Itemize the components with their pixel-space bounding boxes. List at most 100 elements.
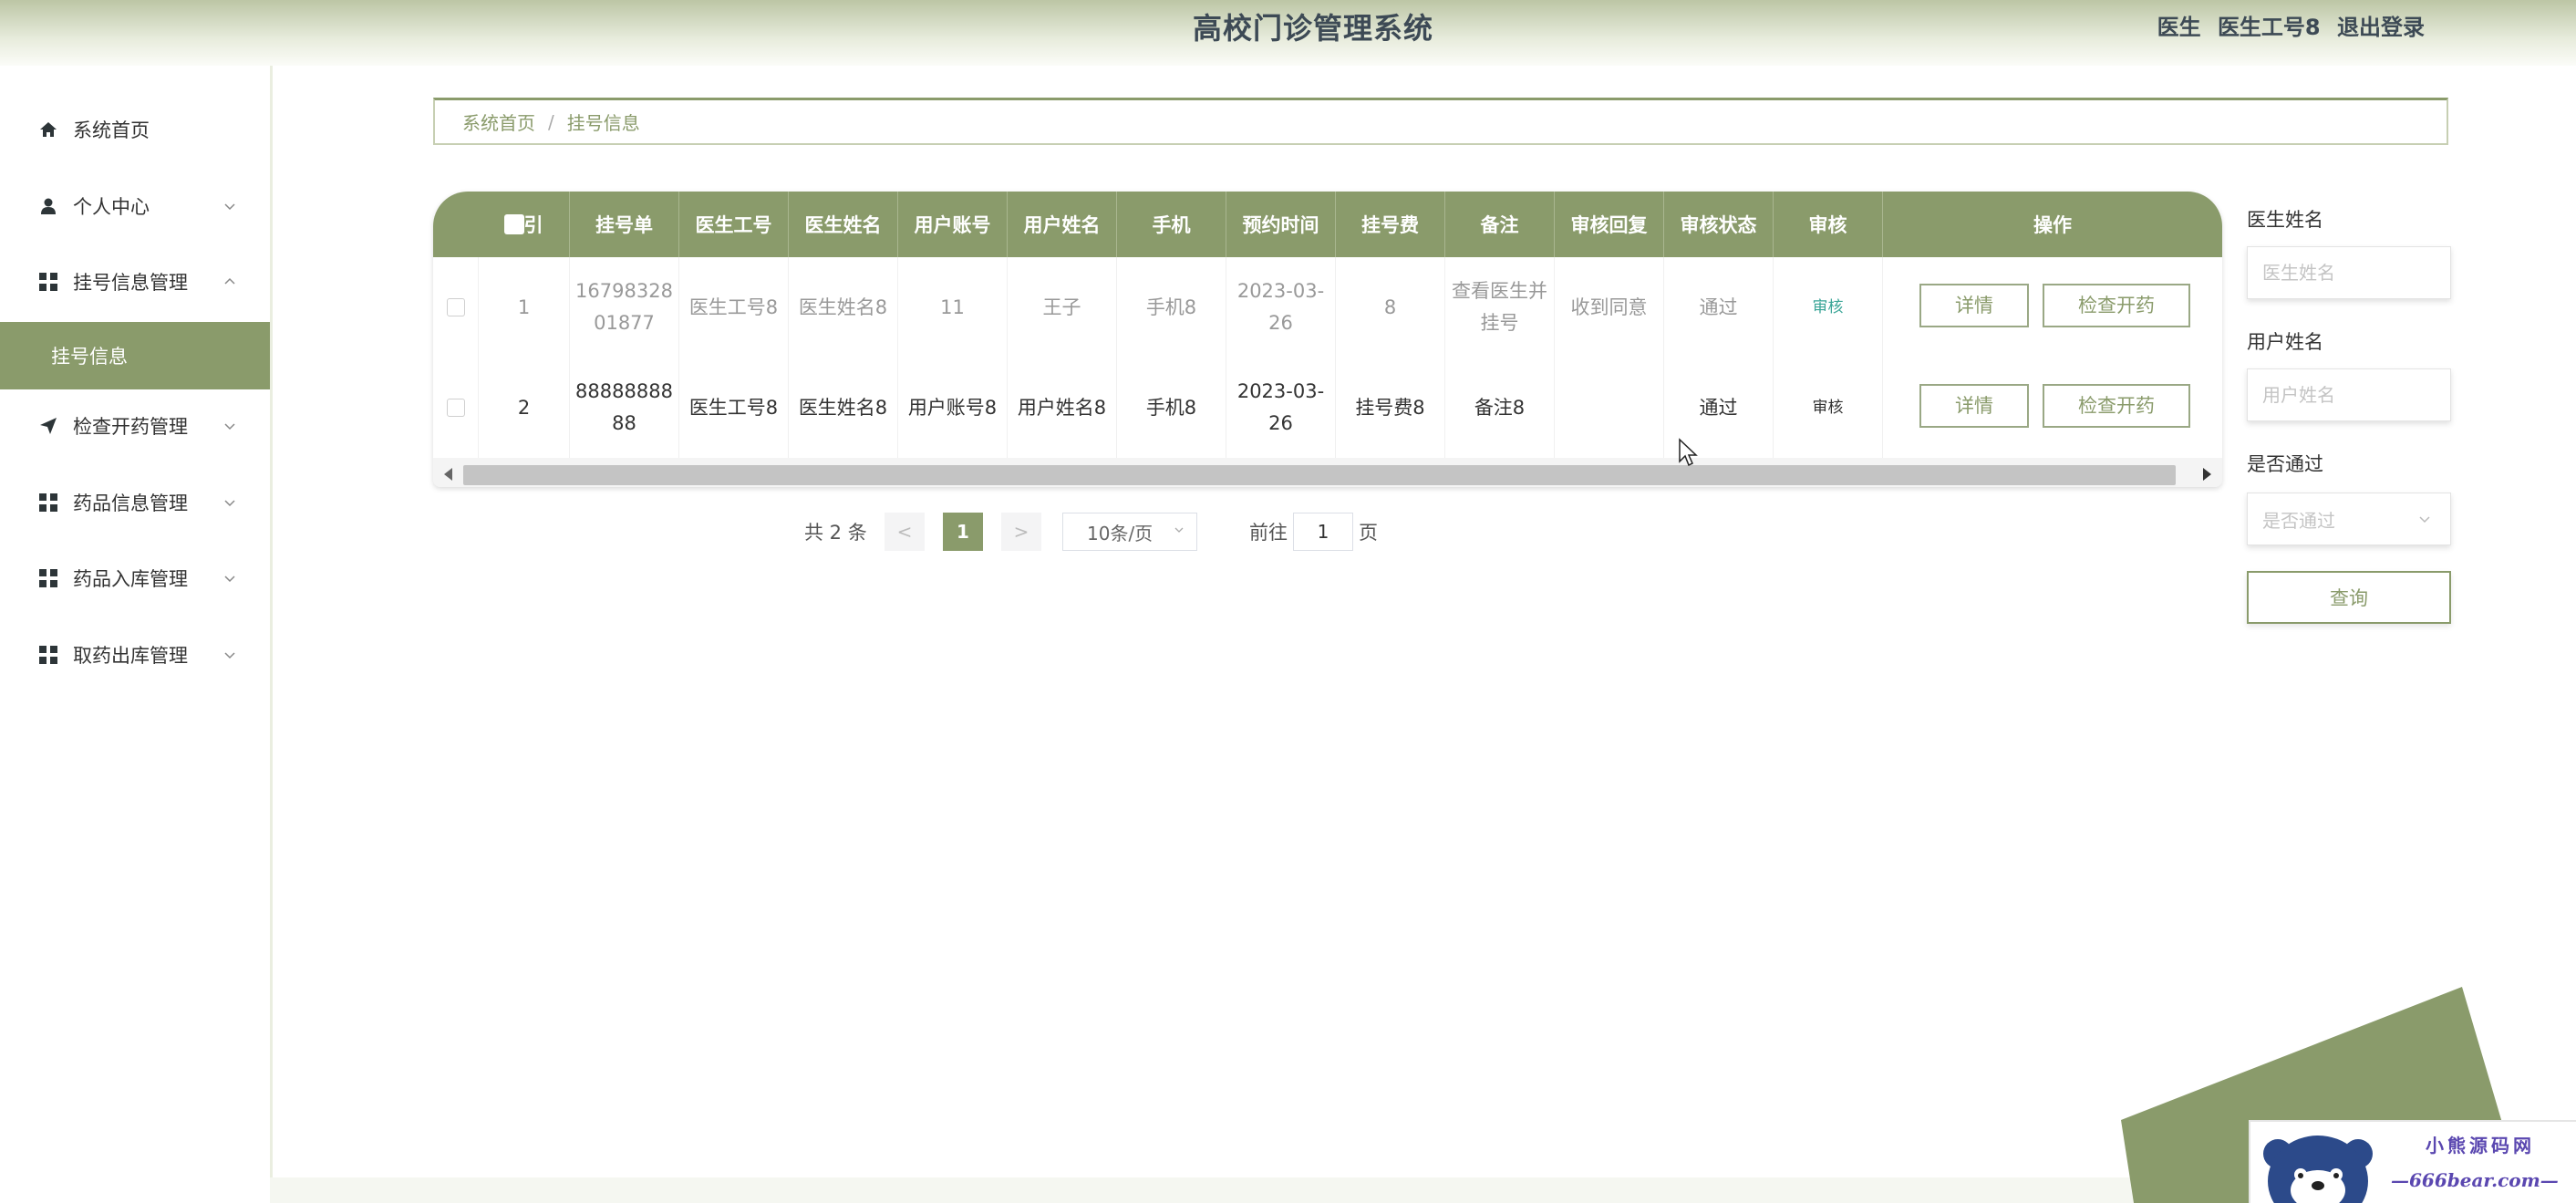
registration-table: 索引 挂号单 医生工号 医生姓名 用户账号 用户姓名 手机 预约时间 挂号费 备… xyxy=(433,192,2222,487)
sidebar-item-label: 取药出库管理 xyxy=(73,645,188,667)
column-header: 用户姓名 xyxy=(1008,192,1117,257)
row-checkbox[interactable] xyxy=(446,298,465,316)
cell-phone: 手机8 xyxy=(1117,257,1226,358)
column-header: 审核状态 xyxy=(1664,192,1774,257)
chevron-up-icon xyxy=(224,277,235,285)
cell-reply xyxy=(1555,358,1664,458)
audit-link[interactable]: 审核 xyxy=(1774,358,1883,458)
sidebar-item-label: 个人中心 xyxy=(73,196,150,218)
detail-button[interactable]: 详情 xyxy=(1919,384,2029,428)
goto-page-input[interactable] xyxy=(1293,513,1353,551)
page-size-select[interactable]: 10条/页 xyxy=(1062,513,1197,551)
prescribe-button[interactable]: 检查开药 xyxy=(2043,384,2190,428)
sidebar-item-drug-info[interactable]: 药品信息管理 xyxy=(0,469,270,536)
cell-index: 2 xyxy=(479,358,570,458)
home-icon xyxy=(38,119,58,140)
cell-user-account: 用户账号8 xyxy=(898,358,1008,458)
sidebar-item-drug-stock-out[interactable]: 取药出库管理 xyxy=(0,621,270,689)
column-header: 操作 xyxy=(2033,214,2072,236)
sidebar-item-registration-info[interactable]: 挂号信息 xyxy=(0,322,270,389)
cell-fee: 挂号费8 xyxy=(1336,358,1445,458)
column-header: 备注 xyxy=(1445,192,1555,257)
scroll-right-icon[interactable] xyxy=(2203,468,2211,481)
cell-time: 2023-03-26 xyxy=(1226,257,1336,358)
audit-link[interactable]: 审核 xyxy=(1774,257,1883,358)
cell-status: 通过 xyxy=(1664,257,1774,358)
sidebar-item-registration-mgmt[interactable]: 挂号信息管理 xyxy=(0,248,270,316)
sidebar-item-drug-stock-in[interactable]: 药品入库管理 xyxy=(0,544,270,612)
cell-reg-no: 8888888888 xyxy=(570,358,679,458)
passed-select[interactable]: 是否通过 xyxy=(2247,493,2451,545)
cell-actions: 详情 检查开药 xyxy=(1883,358,2222,458)
sidebar-item-label: 挂号信息 xyxy=(51,346,128,368)
page-number-button[interactable]: 1 xyxy=(943,513,983,551)
chevron-down-icon xyxy=(1174,527,1184,533)
row-checkbox-cell xyxy=(433,358,479,458)
prev-page-button[interactable]: < xyxy=(885,513,925,551)
breadcrumb-home[interactable]: 系统首页 xyxy=(462,109,535,135)
grid-icon xyxy=(38,645,58,665)
scroll-left-icon[interactable] xyxy=(444,468,452,481)
sidebar-item-personal[interactable]: 个人中心 xyxy=(0,172,270,240)
horizontal-scrollbar[interactable] xyxy=(433,458,2222,487)
passed-label: 是否通过 xyxy=(2247,453,2323,475)
top-header: 高校门诊管理系统 医生 医生工号8 退出登录 xyxy=(0,0,2576,66)
page-size-value: 10条/页 xyxy=(1087,522,1154,544)
column-header: 索引 xyxy=(479,192,570,257)
cell-user-name: 王子 xyxy=(1008,257,1117,358)
mouse-cursor-icon xyxy=(1679,438,1698,467)
cell-remark: 备注8 xyxy=(1445,358,1555,458)
user-info: 医生 医生工号8 退出登录 xyxy=(2148,9,2425,41)
table-row: 2 8888888888 医生工号8 医生姓名8 用户账号8 用户姓名8 手机8… xyxy=(433,358,2222,459)
passed-select-placeholder: 是否通过 xyxy=(2262,509,2335,532)
sidebar-item-label: 检查开药管理 xyxy=(73,416,188,438)
cell-time: 2023-03-26 xyxy=(1226,358,1336,458)
column-header: 手机 xyxy=(1117,192,1226,257)
cell-doctor-id: 医生工号8 xyxy=(679,358,789,458)
prescribe-button[interactable]: 检查开药 xyxy=(2043,284,2190,327)
breadcrumb: 系统首页 / 挂号信息 xyxy=(433,98,2448,145)
sidebar-item-label: 药品入库管理 xyxy=(73,568,188,590)
page-unit: 页 xyxy=(1359,522,1378,544)
breadcrumb-separator: / xyxy=(548,110,554,133)
user-name-label: 用户姓名 xyxy=(2247,331,2323,353)
sidebar: 系统首页 个人中心 挂号信息管理 挂号信息 检查开药管理 药品信息管理 药品入库… xyxy=(0,66,273,1203)
bear-logo-icon xyxy=(2263,1136,2373,1203)
column-header: 用户账号 xyxy=(898,192,1008,257)
doctor-name-input[interactable] xyxy=(2247,246,2451,299)
goto-label: 前往 xyxy=(1249,522,1288,544)
user-name-input[interactable] xyxy=(2247,368,2451,421)
user-role: 医生 xyxy=(2157,15,2201,40)
query-button[interactable]: 查询 xyxy=(2247,571,2451,624)
table-header: 索引 挂号单 医生工号 医生姓名 用户账号 用户姓名 手机 预约时间 挂号费 备… xyxy=(433,192,2222,257)
column-header: 挂号费 xyxy=(1336,192,1445,257)
sidebar-item-prescription-mgmt[interactable]: 检查开药管理 xyxy=(0,392,270,460)
table-row: 1 1679832801877 医生工号8 医生姓名8 11 王子 手机8 20… xyxy=(433,257,2222,358)
cell-remark: 查看医生并挂号 xyxy=(1445,257,1555,358)
column-header: 审核回复 xyxy=(1555,192,1664,257)
cell-doctor-name: 医生姓名8 xyxy=(789,358,898,458)
cell-fee: 8 xyxy=(1336,257,1445,358)
detail-button[interactable]: 详情 xyxy=(1919,284,2029,327)
chevron-down-icon xyxy=(224,576,235,583)
doctor-name-label: 医生姓名 xyxy=(2247,209,2323,231)
next-page-button[interactable]: > xyxy=(1001,513,1041,551)
scroll-thumb[interactable] xyxy=(463,465,2176,485)
user-icon xyxy=(38,196,58,216)
cell-doctor-name: 医生姓名8 xyxy=(789,257,898,358)
cell-index: 1 xyxy=(479,257,570,358)
cell-actions: 详情 检查开药 xyxy=(1883,257,2222,358)
pagination-total: 共 2 条 xyxy=(804,522,867,544)
grid-icon xyxy=(38,272,58,292)
column-header: 医生工号 xyxy=(679,192,789,257)
sidebar-item-label: 系统首页 xyxy=(73,119,150,141)
column-header: 预约时间 xyxy=(1226,192,1336,257)
column-header: 审核 xyxy=(1774,192,1883,257)
chevron-down-icon xyxy=(224,652,235,659)
sidebar-item-home[interactable]: 系统首页 xyxy=(0,96,270,163)
row-checkbox[interactable] xyxy=(446,399,465,417)
logout-link[interactable]: 退出登录 xyxy=(2337,15,2425,40)
watermark-box: 小熊源码网 —666bear.com— xyxy=(2249,1120,2576,1203)
sidebar-item-label: 药品信息管理 xyxy=(73,493,188,514)
cell-phone: 手机8 xyxy=(1117,358,1226,458)
